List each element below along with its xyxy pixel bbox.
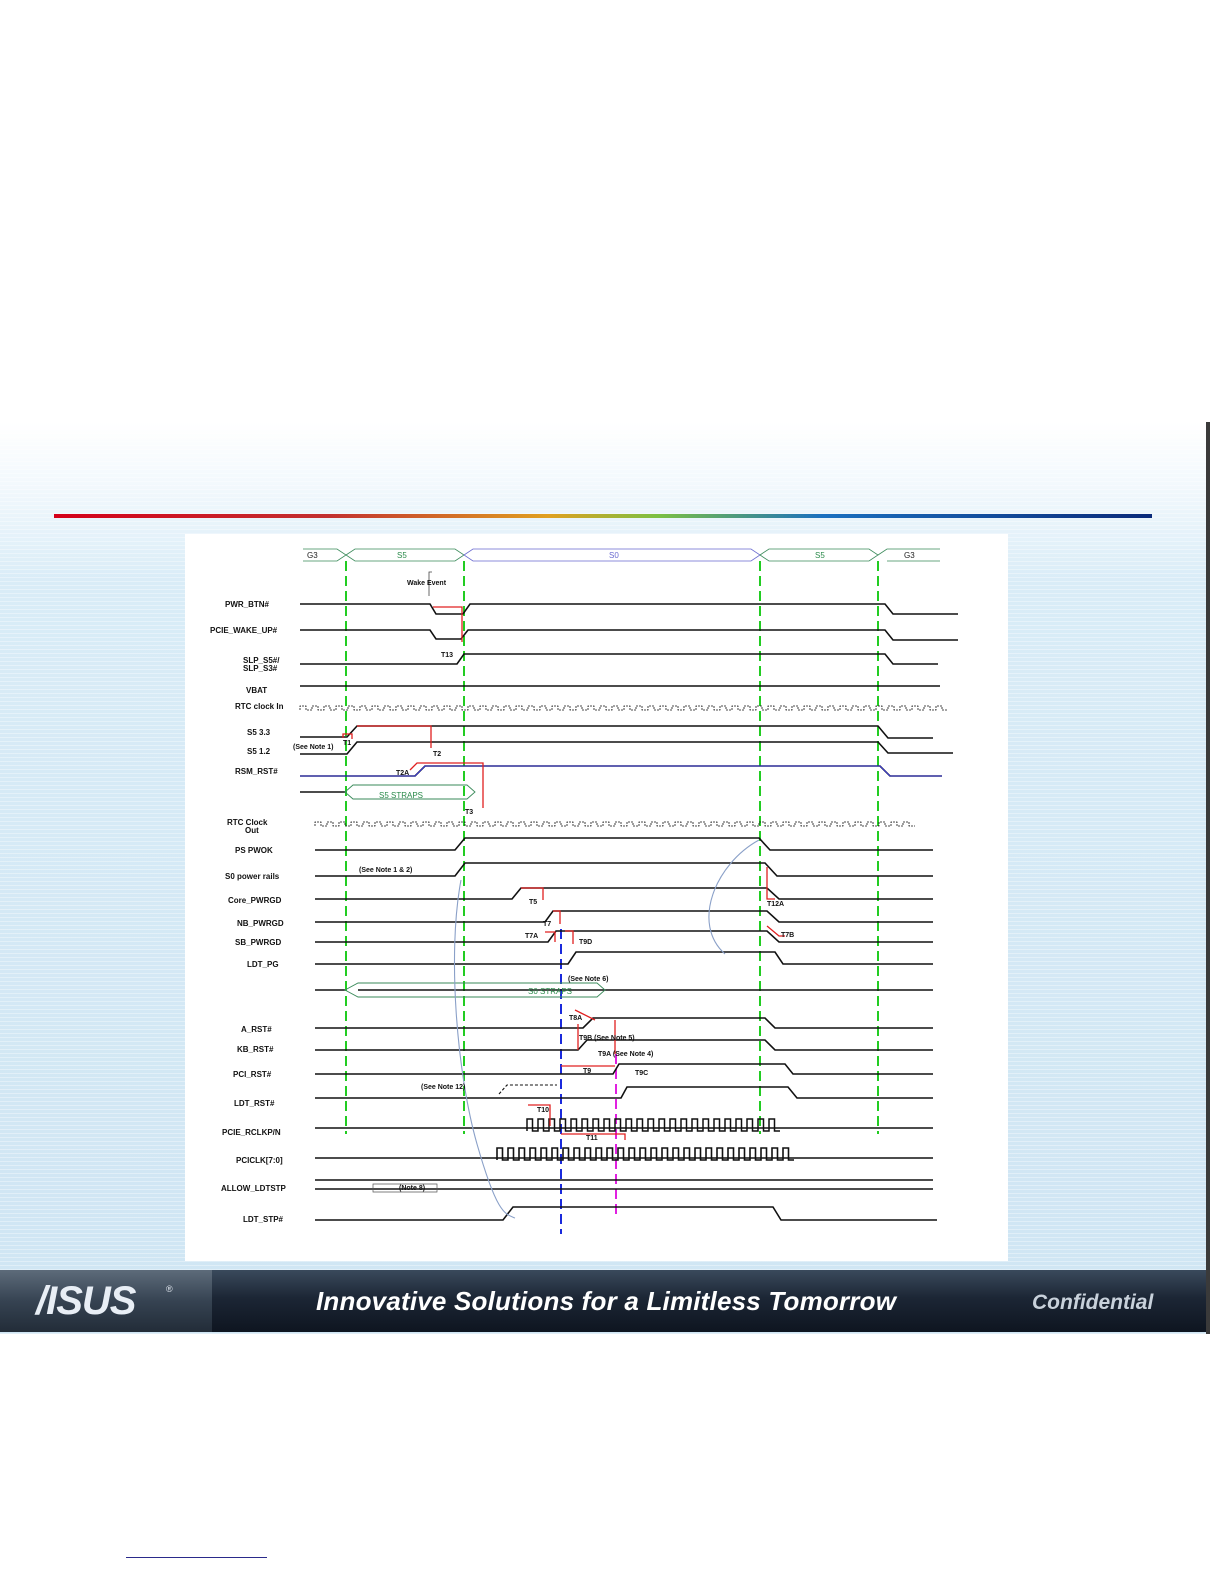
t5-label: T5 [529, 899, 537, 906]
tagline: Innovative Solutions for a Limitless Tom… [316, 1286, 897, 1316]
signal-kb-rst: KB_RST# [237, 1045, 274, 1054]
wave-rtc-clock-out [314, 821, 915, 827]
t7a-label: T7A [525, 933, 538, 940]
signal-pcie-wake-up: PCIE_WAKE_UP# [210, 626, 278, 635]
wake-event-label: Wake Event [407, 580, 447, 587]
signal-pciclk: PCICLK[7:0] [236, 1156, 283, 1165]
wave-s5-1v2 [300, 741, 953, 755]
t7-label: T7 [543, 921, 551, 928]
wave-ps-pwok [315, 837, 933, 851]
t9d-label: T9D [579, 939, 592, 946]
state-g3-left: G3 [307, 551, 318, 560]
signal-ldt-rst: LDT_RST# [234, 1099, 275, 1108]
wave-pciclk [496, 1147, 794, 1161]
timing-diagram-svg: G3 S5 S0 S5 G3 Wake Event T13 T1 (See No… [210, 548, 958, 1234]
t9c-label: T9C [635, 1070, 648, 1077]
wave-sb-pwrgd [315, 930, 933, 943]
t2-label: T2 [433, 751, 441, 758]
t13-label: T13 [441, 652, 453, 659]
signal-waveforms [299, 603, 958, 1221]
signal-rtc-clock-out-2: Out [245, 826, 259, 835]
wave-a-rst [315, 1017, 933, 1029]
signal-slp-s3: SLP_S3# [243, 664, 278, 673]
rainbow-divider [54, 514, 1152, 518]
wave-ldt-rst [315, 1086, 933, 1099]
s5-straps-label: S5 STRAPS [379, 791, 423, 800]
signal-s5-1v2: S5 1.2 [247, 747, 271, 756]
wave-nb-pwrgd [315, 910, 933, 923]
wave-core-pwrgd [315, 887, 933, 900]
signal-pci-rst: PCI_RST# [233, 1070, 272, 1079]
state-boundary-markers [345, 561, 879, 1234]
t7b-label: T7B [781, 932, 794, 939]
signal-core-pwrgd: Core_PWRGD [228, 896, 282, 905]
signal-s5-3v3: S5 3.3 [247, 728, 271, 737]
wave-pcie-wake [300, 629, 958, 641]
note-8-label: (Note 8) [399, 1185, 425, 1192]
power-sequence-timing-diagram: G3 S5 S0 S5 G3 Wake Event T13 T1 (See No… [185, 534, 1008, 1261]
signal-ldt-stp: LDT_STP# [243, 1215, 284, 1224]
t2a-label: T2A [396, 770, 409, 777]
wave-ldt-rst-dashed [498, 1084, 557, 1095]
signal-s0-power-rails: S0 power rails [225, 872, 280, 881]
t12a-label: T12A [767, 901, 784, 908]
t9b-label: T9B (See Note 5) [579, 1035, 635, 1042]
wave-slp-s5 [300, 653, 938, 665]
signal-ps-pwok: PS PWOK [235, 846, 273, 855]
slide: G3 S5 S0 S5 G3 Wake Event T13 T1 (See No… [0, 422, 1210, 1334]
t3-label: T3 [465, 809, 473, 816]
wave-s5-3v3 [300, 725, 933, 739]
state-s5-right: S5 [815, 551, 825, 560]
signal-rsm-rst: RSM_RST# [235, 767, 278, 776]
timing-t2 [357, 725, 432, 748]
signal-sb-pwrgd: SB_PWRGD [235, 938, 281, 947]
wave-pwr-btn [300, 603, 958, 615]
t11-label: T11 [586, 1135, 598, 1142]
state-s5-left: S5 [397, 551, 407, 560]
signal-vbat: VBAT [246, 686, 267, 695]
timing-brackets [342, 571, 785, 1219]
confidential-label: Confidential [1032, 1291, 1154, 1314]
t9-label: T9 [583, 1068, 591, 1075]
see-note-1-2-label: (See Note 1 & 2) [359, 867, 412, 874]
signal-pwr-btn: PWR_BTN# [225, 600, 270, 609]
asus-logo: /ISUS ® [0, 1270, 212, 1332]
signal-ldt-pg: LDT_PG [247, 960, 279, 969]
state-s0: S0 [609, 551, 619, 560]
timing-t13 [433, 606, 463, 642]
see-note-1-label: (See Note 1) [293, 744, 333, 751]
t8a-label: T8A [569, 1015, 582, 1022]
t1-label: T1 [343, 740, 351, 747]
signal-allow-ldtstp: ALLOW_LDTSTP [221, 1184, 287, 1193]
timing-t7 [553, 910, 561, 924]
wave-pcie-rclk [526, 1118, 780, 1132]
footer-banner: /ISUS ® Innovative Solutions for a Limit… [0, 1270, 1206, 1332]
t10-label: T10 [537, 1107, 549, 1114]
t9a-label: T9A (See Note 4) [598, 1051, 653, 1058]
wave-ldt-pg [315, 951, 933, 965]
see-note-12-label: (See Note 12) [421, 1084, 465, 1091]
state-g3-right: G3 [904, 551, 915, 560]
asus-logo-text: /ISUS [36, 1279, 136, 1323]
curve-pwok-fall [708, 839, 760, 955]
signal-a-rst: A_RST# [241, 1025, 272, 1034]
timing-t9d [565, 930, 574, 944]
wave-rtc-clock-in [299, 705, 948, 711]
signal-pcie-rclkpn: PCIE_RCLKP/N [222, 1128, 281, 1137]
s0-straps-label: S0 STRAPS [528, 987, 572, 996]
signal-rtc-clock-in: RTC clock In [235, 702, 284, 711]
wave-ldt-stp [315, 1206, 937, 1221]
registered-mark: ® [166, 1284, 173, 1294]
wave-pci-rst [315, 1063, 933, 1075]
signal-nb-pwrgd: NB_PWRGD [237, 919, 284, 928]
see-note-6-label: (See Note 6) [568, 976, 608, 983]
bottom-link-underline [126, 1557, 267, 1558]
